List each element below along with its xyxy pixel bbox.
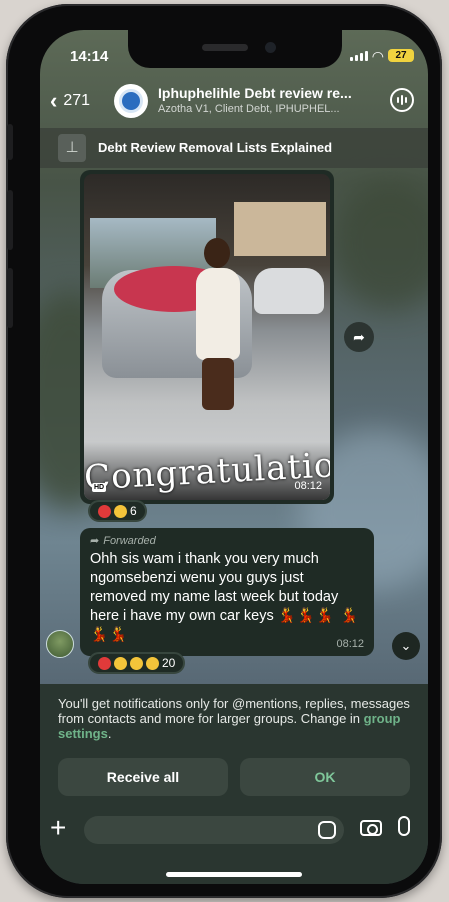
back-button[interactable]: ‹ 271	[50, 88, 90, 114]
pin-icon: ⊥	[58, 134, 86, 162]
wallpaper-foliage	[330, 180, 428, 310]
chevron-left-icon: ‹	[50, 88, 58, 113]
pinned-message-text: Debt Review Removal Lists Explained	[98, 140, 333, 155]
notification-text: You'll get notifications only for @menti…	[58, 696, 410, 726]
front-camera	[265, 42, 276, 53]
mute-switch	[7, 124, 13, 160]
praying-hands-emoji-icon	[114, 656, 127, 670]
image-reactions[interactable]: 6	[88, 500, 147, 522]
message-photo[interactable]: Congratulations HD 08:12	[84, 174, 330, 500]
dynamic-island	[128, 30, 342, 68]
photo-person-dress	[196, 268, 240, 360]
chat-members: Azotha V1, Client Debt, IPHUPHEL...	[158, 103, 340, 115]
forwarded-text: Forwarded	[103, 534, 156, 547]
microphone-icon[interactable]	[398, 816, 410, 836]
image-message-bubble[interactable]: Congratulations HD 08:12	[80, 170, 334, 504]
scroll-down-chevron-icon[interactable]: ⌄	[392, 632, 420, 660]
receive-all-button[interactable]: Receive all	[58, 758, 228, 796]
group-logo-icon	[119, 89, 143, 113]
sticker-icon[interactable]	[318, 821, 336, 839]
notification-suffix: .	[107, 726, 112, 741]
signal-icon	[350, 51, 368, 61]
status-bar: 14:14 ◠ 27	[40, 30, 428, 84]
home-indicator[interactable]	[166, 872, 302, 877]
crying-face-emoji-icon	[114, 504, 127, 518]
battery-icon: 27	[388, 49, 414, 62]
chat-title: Iphuphelihle Debt review re...	[158, 85, 352, 101]
message-timestamp: 08:12	[336, 638, 364, 650]
image-timestamp: 08:12	[294, 480, 322, 492]
text-reactions[interactable]: 20	[88, 652, 186, 674]
message-text: Ohh sis wam i thank you very much ngomse…	[90, 550, 364, 645]
text-message-bubble[interactable]: ➦ Forwarded Ohh sis wam i thank you very…	[80, 528, 374, 656]
voice-chat-icon[interactable]	[390, 88, 414, 112]
compose-bar: +	[40, 800, 428, 884]
photo-background-car	[254, 268, 324, 314]
forwarded-label: ➦ Forwarded	[90, 534, 364, 548]
wifi-icon: ◠	[371, 48, 384, 64]
photo-showroom-wall	[234, 202, 326, 256]
camera-icon[interactable]	[360, 820, 382, 836]
notification-settings-panel: You'll get notifications only for @menti…	[40, 684, 428, 800]
photo-person-legs	[202, 358, 234, 410]
sender-avatar[interactable]	[46, 630, 74, 658]
image-reaction-count: 6	[130, 504, 137, 518]
chat-header: ‹ 271 Iphuphelihle Debt review re... Azo…	[40, 82, 428, 128]
status-time: 14:14	[70, 48, 109, 65]
photo-person-head	[204, 238, 230, 268]
hd-badge: HD	[92, 483, 107, 492]
message-input[interactable]	[84, 816, 344, 844]
heart-emoji-icon	[98, 656, 111, 670]
text-reaction-count: 20	[162, 656, 176, 670]
phone-frame: 14:14 ◠ 27 ‹ 271 Iphuphelihle Debt revie…	[6, 4, 442, 898]
ok-button[interactable]: OK	[240, 758, 410, 796]
speaker-grille	[202, 44, 248, 51]
forward-arrow-icon: ➦	[90, 535, 100, 547]
screen: 14:14 ◠ 27 ‹ 271 Iphuphelihle Debt revie…	[40, 30, 428, 884]
volume-up-button	[7, 190, 13, 250]
clapping-hands-emoji-icon	[130, 656, 143, 670]
pinned-message-bar[interactable]: ⊥ Debt Review Removal Lists Explained	[40, 128, 428, 168]
volume-down-button	[7, 268, 13, 328]
plus-icon[interactable]: +	[50, 812, 66, 844]
forward-share-icon[interactable]: ➦	[344, 322, 374, 352]
unread-count: 271	[63, 92, 91, 109]
heart-emoji-icon	[98, 504, 111, 518]
notification-info: You'll get notifications only for @menti…	[58, 696, 416, 741]
chat-title-area[interactable]: Iphuphelihle Debt review re... Azotha V1…	[158, 85, 380, 115]
laughing-face-emoji-icon	[146, 656, 159, 670]
group-avatar[interactable]	[114, 84, 148, 118]
